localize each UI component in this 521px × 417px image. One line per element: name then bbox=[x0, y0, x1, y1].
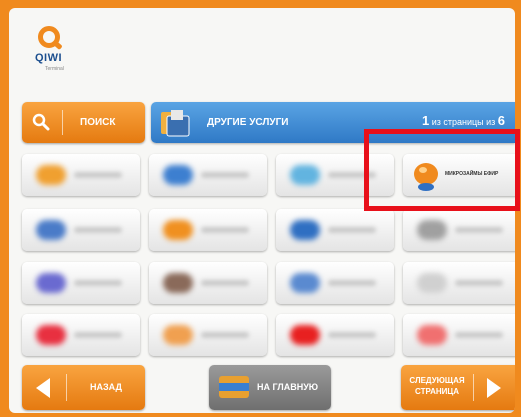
blurred-logo bbox=[36, 220, 66, 240]
logo-text: QIWI bbox=[35, 52, 63, 64]
service-tile[interactable] bbox=[22, 154, 140, 196]
service-tile[interactable] bbox=[149, 154, 267, 196]
blurred-label bbox=[201, 227, 249, 233]
service-tile[interactable] bbox=[276, 262, 394, 304]
blurred-label bbox=[328, 332, 376, 338]
search-icon bbox=[32, 113, 50, 131]
arrow-right-icon bbox=[487, 378, 501, 398]
page-indicator: 1 из страницы из 6 bbox=[422, 113, 505, 128]
blurred-logo bbox=[36, 273, 66, 293]
search-separator bbox=[62, 110, 63, 135]
highlight-frame bbox=[364, 129, 520, 211]
service-tile[interactable] bbox=[149, 262, 267, 304]
back-button[interactable]: НАЗАД bbox=[22, 365, 145, 410]
search-button[interactable]: ПОИСК bbox=[22, 102, 145, 143]
home-label: НА ГЛАВНУЮ bbox=[257, 382, 319, 392]
home-icon bbox=[219, 376, 249, 398]
blurred-label bbox=[74, 227, 122, 233]
service-tile[interactable] bbox=[403, 209, 515, 251]
blurred-label bbox=[328, 227, 376, 233]
blurred-logo bbox=[290, 220, 320, 240]
arrow-left-icon bbox=[36, 378, 50, 398]
search-label: ПОИСК bbox=[80, 117, 116, 128]
page-mid-text: из страницы из bbox=[429, 117, 498, 127]
blurred-label bbox=[74, 280, 122, 286]
blurred-logo bbox=[163, 220, 193, 240]
service-tile[interactable] bbox=[276, 209, 394, 251]
service-tile[interactable] bbox=[22, 209, 140, 251]
blurred-label bbox=[74, 172, 122, 178]
blurred-label bbox=[455, 280, 503, 286]
blurred-logo bbox=[290, 273, 320, 293]
blurred-logo bbox=[163, 273, 193, 293]
back-label: НАЗАД bbox=[90, 382, 122, 392]
qiwi-logo: QIWI Terminal bbox=[29, 26, 73, 86]
blurred-logo bbox=[417, 273, 447, 293]
blurred-logo bbox=[36, 325, 66, 345]
service-tile[interactable] bbox=[149, 209, 267, 251]
service-tile[interactable] bbox=[403, 262, 515, 304]
service-tile[interactable] bbox=[22, 314, 140, 356]
blurred-label bbox=[201, 280, 249, 286]
blurred-logo bbox=[290, 325, 320, 345]
service-tile[interactable] bbox=[276, 314, 394, 356]
service-tile[interactable] bbox=[149, 314, 267, 356]
blurred-label bbox=[201, 332, 249, 338]
next-separator bbox=[473, 374, 474, 401]
page-total: 6 bbox=[497, 113, 505, 128]
service-tile[interactable] bbox=[22, 262, 140, 304]
blurred-label bbox=[74, 332, 122, 338]
next-page-button[interactable]: СЛЕДУЮЩАЯ СТРАНИЦА bbox=[401, 365, 515, 410]
home-button[interactable]: НА ГЛАВНУЮ bbox=[209, 365, 331, 410]
logo-tail-icon bbox=[53, 41, 63, 50]
blurred-label bbox=[201, 172, 249, 178]
logo-subtext: Terminal bbox=[45, 66, 64, 72]
blurred-logo bbox=[36, 165, 66, 185]
folder-icon bbox=[161, 110, 190, 137]
service-tile[interactable] bbox=[403, 314, 515, 356]
back-separator bbox=[66, 374, 67, 401]
blurred-logo bbox=[417, 220, 447, 240]
blurred-label bbox=[455, 332, 503, 338]
blurred-label bbox=[455, 227, 503, 233]
blurred-label bbox=[328, 280, 376, 286]
category-title: ДРУГИЕ УСЛУГИ bbox=[207, 117, 289, 128]
blurred-logo bbox=[290, 165, 320, 185]
blurred-logo bbox=[417, 325, 447, 345]
blurred-logo bbox=[163, 325, 193, 345]
blurred-logo bbox=[163, 165, 193, 185]
next-label: СЛЕДУЮЩАЯ СТРАНИЦА bbox=[409, 376, 465, 396]
